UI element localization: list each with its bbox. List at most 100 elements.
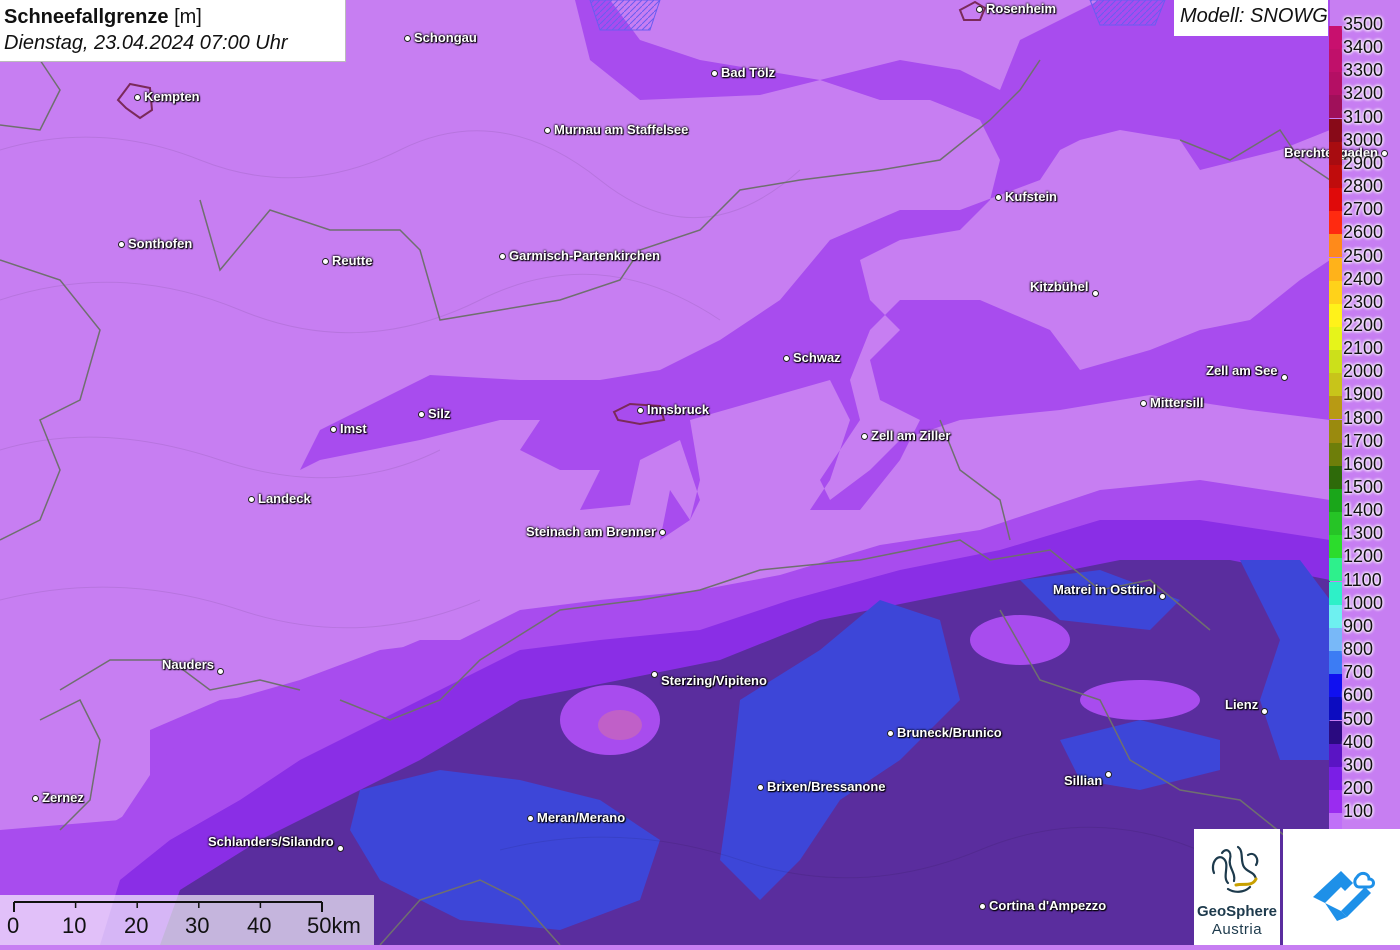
place-marker-icon	[404, 34, 411, 42]
place-schongau[interactable]: Schongau	[404, 31, 477, 45]
place-marker-icon	[757, 783, 764, 791]
legend-value: 2500	[1343, 245, 1384, 266]
geosphere-emblem-icon	[1211, 845, 1259, 893]
legend-value: 1800	[1343, 407, 1384, 428]
legend-swatch	[1329, 49, 1342, 73]
legend-swatch	[1329, 558, 1342, 582]
legend-value: 900	[1343, 615, 1374, 636]
place-reutte[interactable]: Reutte	[322, 254, 372, 268]
chiemsee-lake	[589, 0, 661, 31]
place-lienz[interactable]: Lienz	[1225, 694, 1269, 715]
place-steinach[interactable]: Steinach am Brenner	[526, 525, 667, 539]
snowline-map[interactable]: Rosenheim Schongau Kempten Bad Tölz Murn…	[0, 0, 1400, 945]
place-marker-icon	[118, 240, 125, 248]
place-imst[interactable]: Imst	[330, 422, 367, 436]
place-marker-icon	[637, 406, 644, 414]
place-marker-icon	[544, 126, 551, 134]
place-garmisch[interactable]: Garmisch-Partenkirchen	[499, 249, 660, 263]
place-marker-icon	[248, 495, 255, 503]
place-marker-icon	[1140, 399, 1147, 407]
legend-value: 3300	[1343, 60, 1384, 81]
legend-value: 3200	[1343, 83, 1384, 104]
place-marker-icon	[134, 93, 141, 101]
legend-swatch	[1329, 419, 1342, 443]
legend-value: 400	[1343, 731, 1374, 752]
place-zell-am-see[interactable]: Zell am See	[1206, 360, 1288, 381]
place-sonthofen[interactable]: Sonthofen	[118, 237, 192, 251]
legend-swatch	[1329, 211, 1342, 235]
place-meran[interactable]: Meran/Merano	[527, 811, 625, 825]
scale-bar: 0 10 20 30 40 50km	[0, 895, 374, 945]
legend-value: 1300	[1343, 523, 1384, 544]
geosphere-country: Austria	[1211, 921, 1263, 938]
place-marker-icon	[979, 902, 986, 910]
legend-value: 2700	[1343, 199, 1384, 220]
legend-value: 1000	[1343, 592, 1384, 613]
place-sillian[interactable]: Sillian	[1064, 760, 1113, 788]
place-innsbruck[interactable]: Innsbruck	[637, 403, 709, 417]
geosphere-name: GeoSphere	[1196, 903, 1278, 920]
place-nauders[interactable]: Nauders	[162, 654, 225, 675]
legend-swatch	[1329, 188, 1342, 212]
place-zernez[interactable]: Zernez	[32, 791, 84, 805]
scale-label: 40	[247, 913, 272, 938]
legend-value: 1700	[1343, 430, 1384, 451]
place-matrei[interactable]: Matrei in Osttirol	[1053, 579, 1167, 600]
place-marker-icon	[217, 668, 225, 675]
legend-swatch	[1329, 326, 1342, 350]
place-kitzbuehel[interactable]: Kitzbühel	[1030, 276, 1099, 297]
place-marker-icon	[418, 410, 425, 418]
legend-swatch	[1329, 350, 1342, 374]
place-marker-icon	[32, 794, 39, 802]
legend-swatch	[1329, 465, 1342, 489]
place-schwaz[interactable]: Schwaz	[783, 351, 841, 365]
legend-value: 2300	[1343, 291, 1384, 312]
legend-swatch	[1329, 489, 1342, 512]
place-mittersill[interactable]: Mittersill	[1140, 396, 1203, 410]
place-marker-icon	[336, 845, 344, 852]
place-marker-icon	[995, 193, 1002, 201]
map-title: Schneefallgrenze [m]	[4, 6, 202, 28]
place-marker-icon	[1280, 374, 1288, 381]
place-marker-icon	[1261, 708, 1269, 715]
place-sterzing[interactable]: Sterzing/Vipiteno	[651, 660, 767, 688]
legend-value: 1600	[1343, 453, 1384, 474]
place-brixen[interactable]: Brixen/Bressanone	[757, 780, 886, 794]
scale-label: 20	[124, 913, 149, 938]
place-cortina[interactable]: Cortina d'Ampezzo	[979, 899, 1106, 913]
legend-value: 2100	[1343, 338, 1384, 359]
place-marker-icon	[1105, 770, 1113, 778]
legend-swatch	[1329, 164, 1342, 188]
legend-value: 2900	[1343, 152, 1384, 173]
legend-swatch	[1329, 674, 1342, 698]
legend-value: 2400	[1343, 268, 1384, 289]
legend-value: 1200	[1343, 546, 1384, 567]
legend-swatch	[1329, 373, 1342, 397]
legend-value: 100	[1343, 801, 1374, 822]
app-logo[interactable]	[1283, 829, 1400, 945]
place-marker-icon	[651, 670, 658, 678]
legend-swatch	[1329, 627, 1342, 651]
place-zell-am-ziller[interactable]: Zell am Ziller	[861, 429, 950, 443]
place-bad-toelz[interactable]: Bad Tölz	[711, 66, 775, 80]
place-kufstein[interactable]: Kufstein	[995, 190, 1057, 204]
place-rosenheim[interactable]: Rosenheim	[976, 2, 1056, 16]
place-marker-icon	[887, 729, 894, 737]
legend-swatch	[1329, 72, 1342, 96]
place-murnau[interactable]: Murnau am Staffelsee	[544, 123, 688, 137]
geosphere-logo[interactable]: GeoSphere Austria	[1194, 829, 1280, 945]
place-marker-icon	[1159, 593, 1167, 600]
legend-swatch	[1329, 789, 1342, 813]
place-schlanders[interactable]: Schlanders/Silandro	[208, 831, 344, 852]
place-marker-icon	[976, 5, 983, 13]
place-kempten[interactable]: Kempten	[134, 90, 200, 104]
place-bruneck[interactable]: Bruneck/Brunico	[887, 726, 1002, 740]
place-marker-icon	[861, 432, 868, 440]
legend-swatch	[1329, 303, 1342, 327]
place-silz[interactable]: Silz	[418, 407, 450, 421]
legend-swatch	[1329, 118, 1342, 142]
legend-value: 1400	[1343, 500, 1384, 521]
legend-value: 2600	[1343, 222, 1384, 243]
place-landeck[interactable]: Landeck	[248, 492, 311, 506]
region-200m-patch	[970, 615, 1070, 665]
